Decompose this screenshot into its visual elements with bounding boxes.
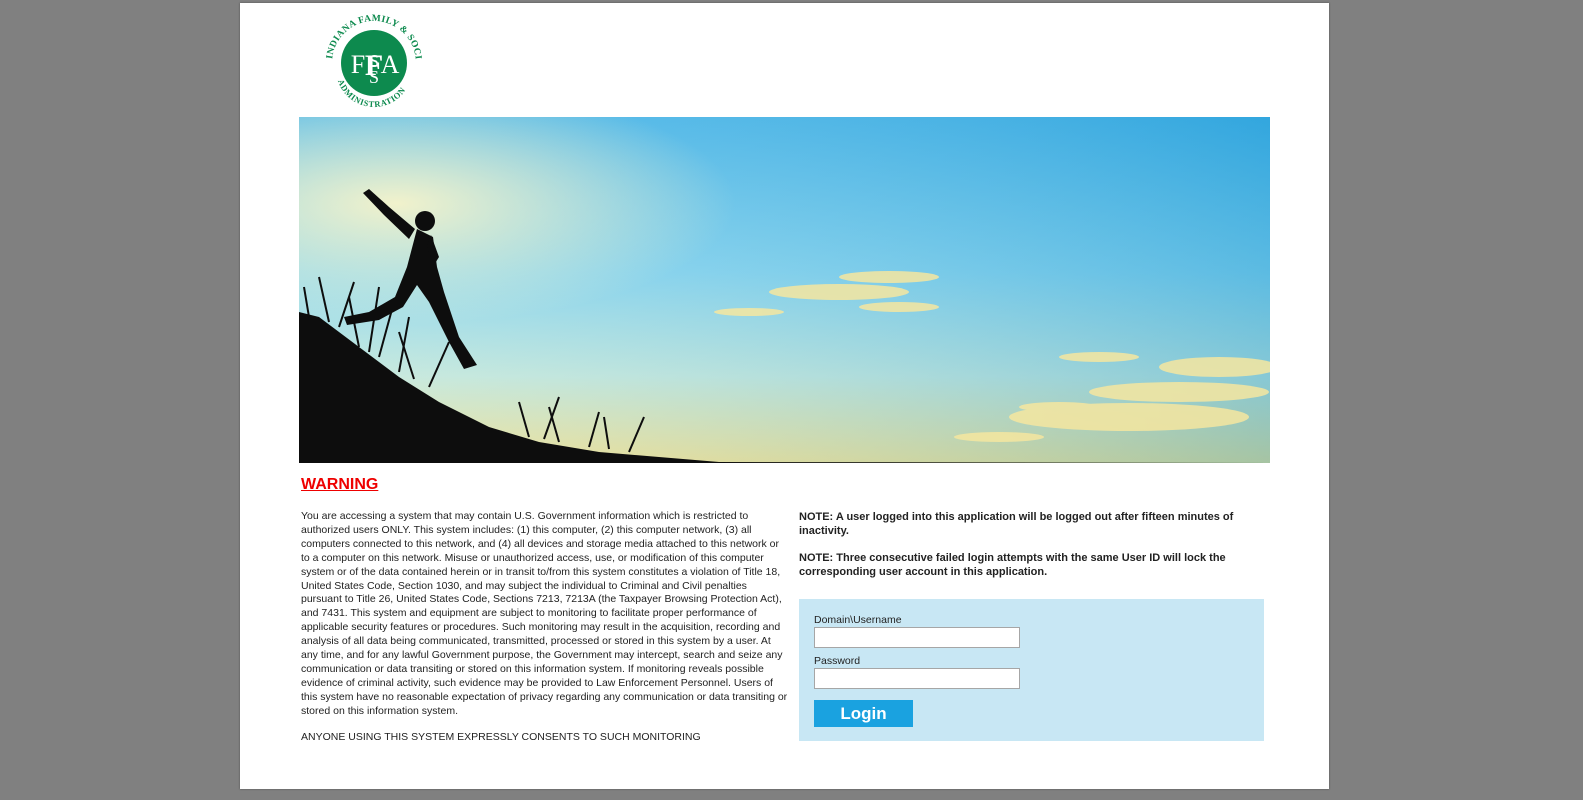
login-button[interactable]: Login	[814, 700, 913, 727]
svg-text:S: S	[369, 67, 379, 87]
warning-title: WARNING	[301, 476, 379, 493]
username-label: Domain\Username	[814, 614, 902, 626]
note-lockout: NOTE: Three consecutive failed login att…	[799, 552, 1226, 578]
fssa-seal-icon: INDIANA FAMILY & SOCIAL SERVICES ADMINIS…	[314, 0, 422, 109]
warning-body: You are accessing a system that may cont…	[301, 510, 788, 717]
jumping-girl-sunset-photo	[299, 117, 1270, 463]
svg-text:A: A	[381, 50, 400, 79]
fssa-logo: INDIANA FAMILY & SOCIAL SERVICES ADMINIS…	[314, 0, 430, 119]
warning-consent: ANYONE USING THIS SYSTEM EXPRESSLY CONSE…	[301, 731, 701, 743]
login-page: INDIANA FAMILY & SOCIAL SERVICES ADMINIS…	[240, 0, 1329, 789]
password-label: Password	[814, 655, 861, 667]
password-input[interactable]	[814, 668, 1020, 689]
note-timeout: NOTE: A user logged into this applicatio…	[799, 511, 1234, 537]
hero-image	[299, 117, 1270, 463]
username-input[interactable]	[814, 627, 1020, 648]
login-form: Domain\Username Password Login	[799, 599, 1264, 741]
svg-text:F: F	[351, 50, 365, 79]
